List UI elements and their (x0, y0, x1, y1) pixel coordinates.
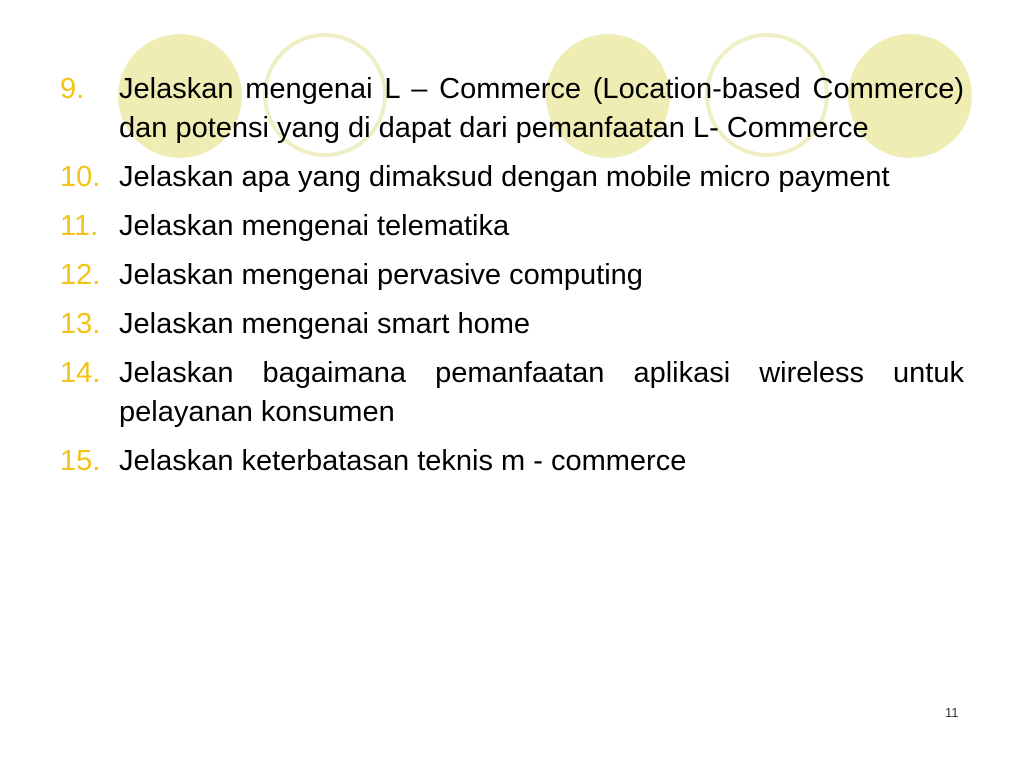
item-number: 11. (60, 210, 99, 242)
list-item: 15. Jelaskan keterbatasan teknis m - com… (60, 442, 964, 481)
item-text: Jelaskan mengenai smart home (119, 308, 531, 340)
item-text: Jelaskan apa yang dimaksud dengan mobile… (119, 161, 890, 193)
item-number: 14. (60, 357, 101, 389)
list-item: 9. Jelaskan mengenai L – Commerce (Locat… (60, 70, 964, 148)
item-text: Jelaskan mengenai L – Commerce (Location… (119, 73, 964, 144)
item-number: 9. (60, 73, 85, 105)
list-item: 14. Jelaskan bagaimana pemanfaatan aplik… (60, 354, 964, 432)
item-number: 10. (60, 161, 101, 193)
question-list: 9. Jelaskan mengenai L – Commerce (Locat… (60, 70, 964, 491)
list-item: 13. Jelaskan mengenai smart home (60, 305, 964, 344)
item-text: Jelaskan mengenai pervasive computing (119, 259, 643, 291)
item-text: Jelaskan bagaimana pemanfaatan aplikasi … (119, 357, 964, 428)
item-number: 13. (60, 308, 101, 340)
item-number: 12. (60, 259, 101, 291)
list-item: 12. Jelaskan mengenai pervasive computin… (60, 256, 964, 295)
page-number: 11 (945, 705, 959, 720)
item-text: Jelaskan mengenai telematika (119, 210, 510, 242)
item-text: Jelaskan keterbatasan teknis m - commerc… (119, 445, 687, 477)
list-item: 11. Jelaskan mengenai telematika (60, 207, 964, 246)
item-number: 15. (60, 445, 101, 477)
list-item: 10. Jelaskan apa yang dimaksud dengan mo… (60, 158, 964, 197)
